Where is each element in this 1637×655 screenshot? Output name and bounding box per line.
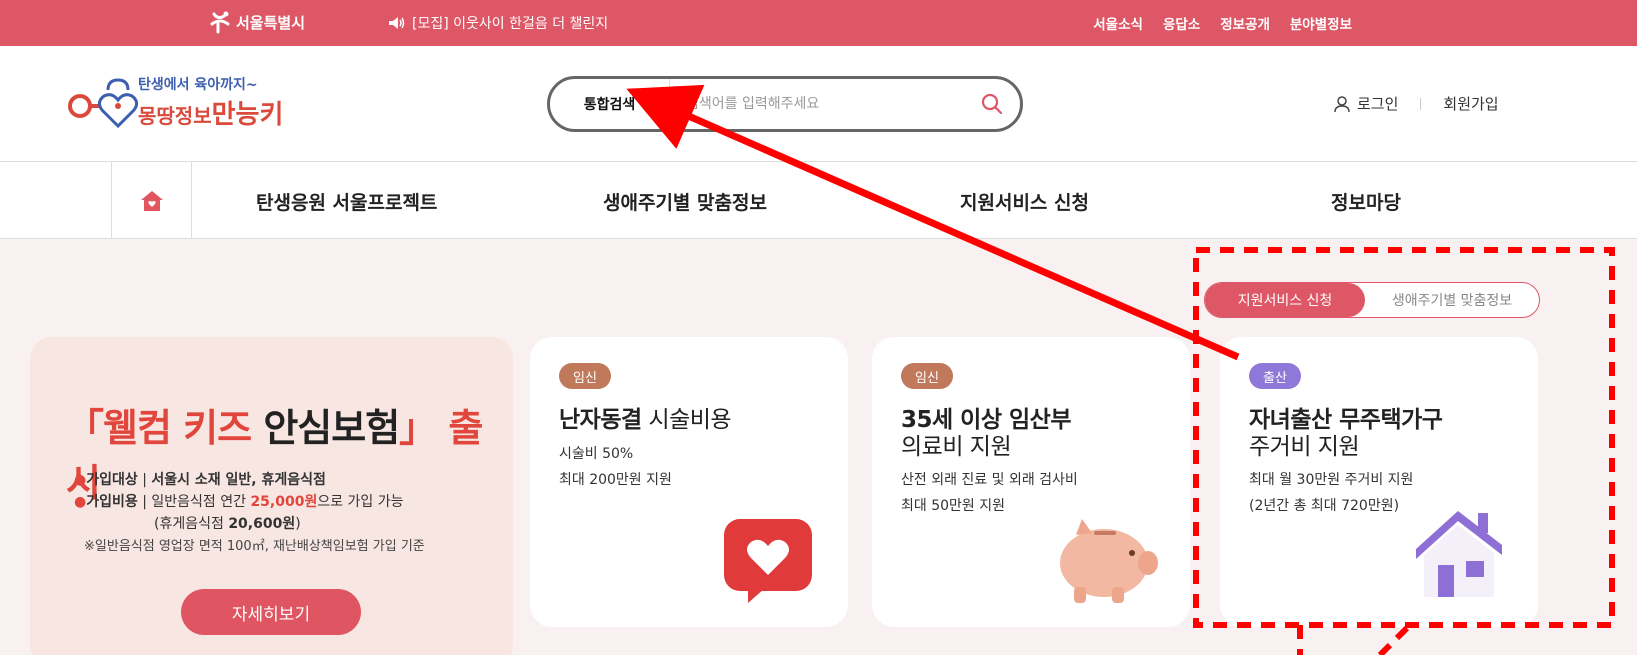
promo-banner[interactable]: 「웰컴 키즈 안심보험」 출시 ●가입대상 | 서울시 소재 일반, 휴게음식점… xyxy=(30,337,513,655)
seoul-logo[interactable]: 서울특별시 xyxy=(208,10,305,34)
brand-tagline: 탄생에서 육아까지~ xyxy=(138,77,258,93)
login-link[interactable]: 로그인 xyxy=(1333,93,1398,114)
top-link-eungdapso[interactable]: 응답소 xyxy=(1163,13,1200,33)
main-nav: 탄생응원 서울프로젝트 생애주기별 맞춤정보 지원서비스 신청 정보마당 xyxy=(0,162,1637,239)
search-scope-tab[interactable]: 통합검색 xyxy=(550,79,670,129)
site-logo[interactable]: 탄생에서 육아까지~ 몽땅정보만능키 xyxy=(66,68,301,138)
banner-title-mid: 안심보험 xyxy=(251,406,400,450)
toggle-support-service[interactable]: 지원서비스 신청 xyxy=(1205,283,1365,317)
top-link-seoul-news[interactable]: 서울소식 xyxy=(1093,13,1143,33)
banner-line3-close: ) xyxy=(295,516,301,532)
toggle-lifecycle-info[interactable]: 생애주기별 맞춤정보 xyxy=(1365,290,1539,310)
card-desc: 시술비 50% 최대 200만원 지원 xyxy=(559,441,672,493)
card-title-bold: 자녀출산 무주택가구 xyxy=(1249,407,1443,433)
card-tag: 출산 xyxy=(1249,363,1301,389)
banner-line2-pre: 일반음식점 연간 xyxy=(151,494,251,510)
notice-ticker[interactable]: [모집] 이웃사이 한걸음 더 챌린지 xyxy=(388,13,608,33)
seoul-logo-text: 서울특별시 xyxy=(236,13,306,32)
brand-name-part2: 만능키 xyxy=(211,100,284,130)
search-input[interactable] xyxy=(670,96,964,112)
banner-note: ※일반음식점 영업장 면적 100㎡, 재난배상책임보험 가입 기준 xyxy=(84,539,425,554)
banner-title-main: 웰컴 키즈 xyxy=(103,406,252,450)
card-title-bold: 난자동결 xyxy=(559,407,642,433)
card-tag: 임신 xyxy=(901,363,953,389)
piggy-bank-icon xyxy=(1060,519,1158,603)
banner-more-button[interactable]: 자세히보기 xyxy=(181,589,361,635)
brand-name-part1: 몽땅정보 xyxy=(138,104,212,128)
main-content: 지원서비스 신청 생애주기별 맞춤정보 「웰컴 키즈 안심보험」 출시 ●가입대… xyxy=(0,239,1637,655)
card-desc: 산전 외래 진료 및 외래 검사비 최대 50만원 지원 xyxy=(901,467,1078,519)
banner-line-target: ●가입대상 | 서울시 소재 일반, 휴게음식점 xyxy=(74,472,326,488)
banner-line2-post: 으로 가입 가능 xyxy=(317,494,404,510)
card-title: 난자동결 시술비용 xyxy=(559,407,732,434)
user-icon xyxy=(1334,95,1350,112)
card-desc: 최대 월 30만원 주거비 지원 (2년간 총 최대 720만원) xyxy=(1249,467,1413,519)
top-links: 서울소식 응답소 정보공개 분야별정보 xyxy=(1093,13,1352,33)
banner-line2-amount: 25,000원 xyxy=(250,494,318,510)
header: 탄생에서 육아까지~ 몽땅정보만능키 통합검색 로그인 회원가입 xyxy=(0,46,1637,162)
notice-text: [모집] 이웃사이 한걸음 더 챌린지 xyxy=(412,16,609,32)
card-title-rest: 시술비용 xyxy=(641,407,732,433)
banner-line2-label: 가입비용 xyxy=(86,494,138,510)
search-button[interactable] xyxy=(964,79,1020,129)
card-title-bold: 35세 이상 임산부 xyxy=(901,407,1071,433)
top-link-field-info[interactable]: 분야별정보 xyxy=(1290,13,1352,33)
card-desc-line2: 최대 200만원 지원 xyxy=(559,472,672,488)
key-heart-logo-icon xyxy=(68,78,138,129)
home-icon xyxy=(140,190,163,211)
banner-line1-value: 서울시 소재 일반, 휴게음식점 xyxy=(151,472,326,488)
heart-bubble-icon xyxy=(724,519,812,603)
banner-title-bracket-open: 「 xyxy=(66,406,104,450)
auth-links: 로그인 회원가입 xyxy=(1333,93,1499,114)
card-desc-line1: 시술비 50% xyxy=(559,446,634,462)
card-title-line2: 주거비 지원 xyxy=(1249,434,1360,460)
auth-divider xyxy=(1420,97,1422,110)
card-tag: 임신 xyxy=(559,363,611,389)
nav-item-lifecycle-info[interactable]: 생애주기별 맞춤정보 xyxy=(603,188,767,215)
join-link[interactable]: 회원가입 xyxy=(1443,93,1498,114)
service-card-egg-freezing[interactable]: 임신 난자동결 시술비용 시술비 50% 최대 200만원 지원 xyxy=(530,337,848,627)
banner-line3-pre: (휴게음식점 xyxy=(154,516,229,532)
brand-name: 몽땅정보만능키 xyxy=(138,94,283,131)
banner-line1-label: 가입대상 xyxy=(86,472,138,488)
card-desc-line1: 산전 외래 진료 및 외래 검사비 xyxy=(901,472,1078,488)
house-icon xyxy=(1416,511,1502,597)
banner-title-bracket-close: 」 xyxy=(399,406,437,450)
service-card-housing-support[interactable]: 출산 자녀출산 무주택가구 주거비 지원 최대 월 30만원 주거비 지원 (2년… xyxy=(1220,337,1538,627)
card-desc-line1: 최대 월 30만원 주거비 지원 xyxy=(1249,472,1414,488)
top-bar: 서울특별시 [모집] 이웃사이 한걸음 더 챌린지 서울소식 응답소 정보공개 … xyxy=(0,0,1637,46)
category-toggle: 지원서비스 신청 생애주기별 맞춤정보 xyxy=(1204,282,1540,318)
card-title: 자녀출산 무주택가구 주거비 지원 xyxy=(1249,407,1443,461)
card-title: 35세 이상 임산부 의료비 지원 xyxy=(901,407,1071,461)
nav-item-support-service[interactable]: 지원서비스 신청 xyxy=(960,188,1089,215)
nav-item-birth-project[interactable]: 탄생응원 서울프로젝트 xyxy=(256,188,437,215)
top-link-info-disclosure[interactable]: 정보공개 xyxy=(1220,13,1270,33)
speaker-icon xyxy=(389,17,405,29)
service-card-pregnant-medical[interactable]: 임신 35세 이상 임산부 의료비 지원 산전 외래 진료 및 외래 검사비 최대… xyxy=(872,337,1190,627)
search-icon xyxy=(981,93,1003,115)
banner-line3-amount: 20,600원 xyxy=(228,516,296,532)
banner-line-cost: ●가입비용 | 일반음식점 연간 25,000원으로 가입 가능 xyxy=(74,494,404,510)
home-button[interactable] xyxy=(111,162,192,239)
card-title-line2: 의료비 지원 xyxy=(901,434,1012,460)
banner-details: ●가입대상 | 서울시 소재 일반, 휴게음식점 ●가입비용 | 일반음식점 연… xyxy=(74,469,404,535)
search-bar: 통합검색 xyxy=(547,76,1023,132)
banner-line-rest-cost: (휴게음식점 20,600원) xyxy=(74,513,404,535)
seoul-logo-icon xyxy=(210,11,230,34)
card-desc-line2: (2년간 총 최대 720만원) xyxy=(1249,498,1400,514)
login-label: 로그인 xyxy=(1357,95,1399,113)
nav-item-info-plaza[interactable]: 정보마당 xyxy=(1331,188,1401,215)
